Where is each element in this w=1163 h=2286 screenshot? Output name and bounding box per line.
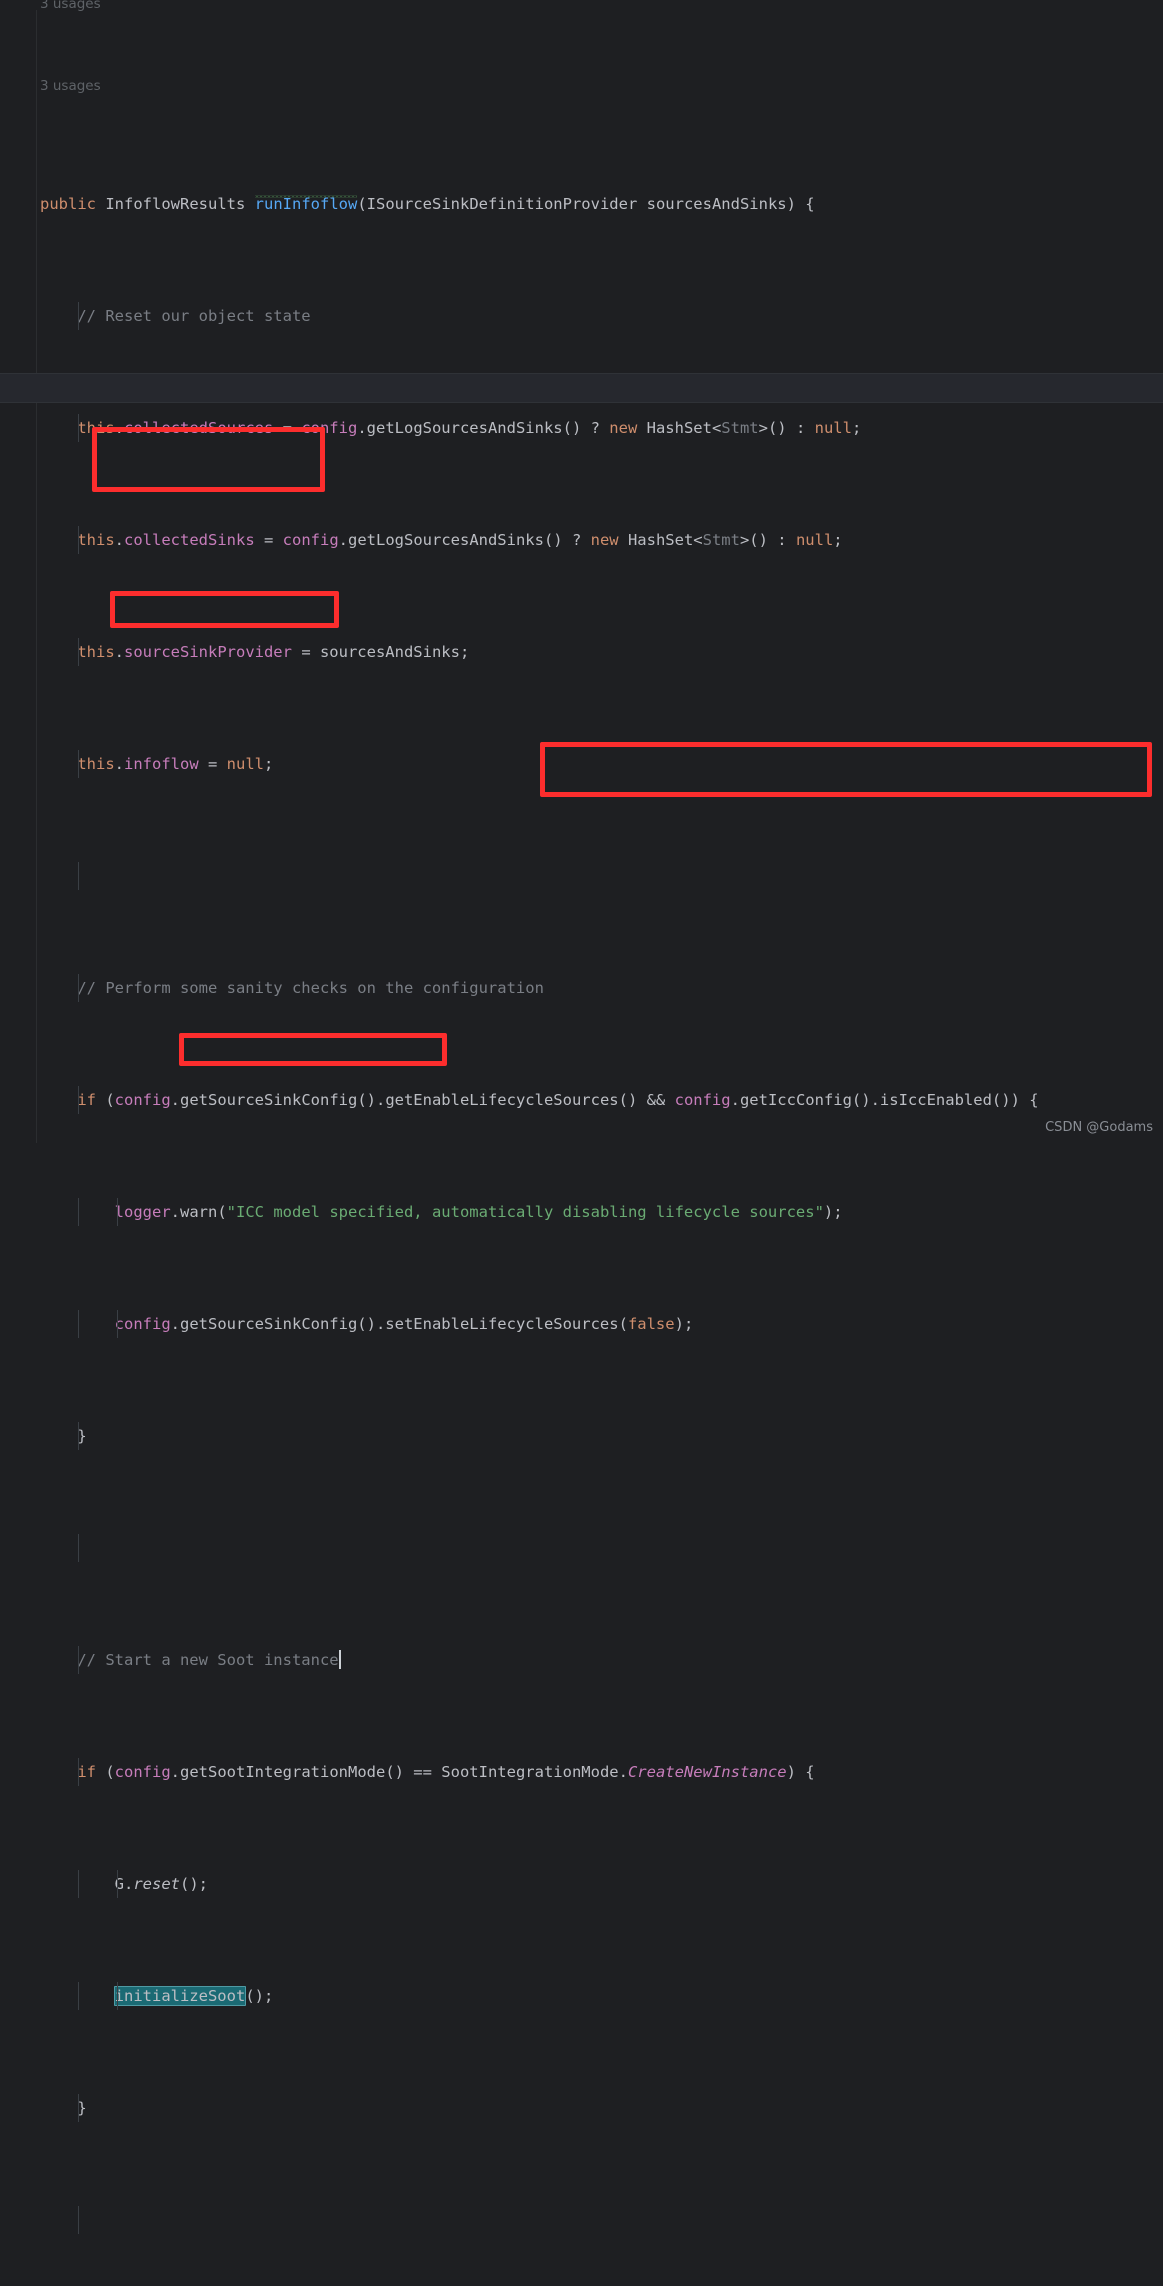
usages-inlay-label[interactable]: 3 usages (40, 78, 101, 94)
code-line-17[interactable]: initializeSoot(); (0, 1982, 1163, 2010)
code-line-8[interactable]: // Perform some sanity checks on the con… (0, 974, 1163, 1002)
occurrence-highlight-initializeSoot[interactable]: initializeSoot (113, 1986, 247, 2006)
usages-inlay-row[interactable]: 3 usages (0, 78, 1163, 106)
code-line-11[interactable]: config.getSourceSinkConfig().setEnableLi… (0, 1310, 1163, 1338)
watermark: CSDN @Godams (1045, 1120, 1153, 1135)
code-line-14[interactable]: // Start a new Soot instance (0, 1646, 1163, 1674)
code-line-4[interactable]: this.collectedSinks = config.getLogSourc… (0, 526, 1163, 554)
code-line-19[interactable] (0, 2206, 1163, 2234)
code-line-10[interactable]: logger.warn("ICC model specified, automa… (0, 1198, 1163, 1226)
code-line-7[interactable] (0, 862, 1163, 890)
code-content[interactable]: 3 usages public InfoflowResults runInfof… (0, 0, 1163, 2286)
code-editor[interactable]: 3 usages public InfoflowResults runInfof… (0, 0, 1163, 2234)
code-line-15[interactable]: if (config.getSootIntegrationMode() == S… (0, 1758, 1163, 1786)
top-clip-mask (0, 0, 1163, 10)
code-line-12[interactable]: } (0, 1422, 1163, 1450)
code-line-18[interactable]: } (0, 2094, 1163, 2122)
usages-hint-label[interactable]: 3 usages (40, 0, 101, 12)
code-line-2[interactable]: // Reset our object state (0, 302, 1163, 330)
code-line-9[interactable]: if (config.getSourceSinkConfig().getEnab… (0, 1086, 1163, 1114)
code-line-3[interactable]: this.collectedSources = config.getLogSou… (0, 414, 1163, 442)
code-line-16[interactable]: G.reset(); (0, 1870, 1163, 1898)
code-line-5[interactable]: this.sourceSinkProvider = sourcesAndSink… (0, 638, 1163, 666)
code-line-6[interactable]: this.infoflow = null; (0, 750, 1163, 778)
code-line-13[interactable] (0, 1534, 1163, 1562)
text-caret (338, 1650, 341, 1669)
code-line-1[interactable]: public InfoflowResults runInfoflow(ISour… (0, 190, 1163, 218)
